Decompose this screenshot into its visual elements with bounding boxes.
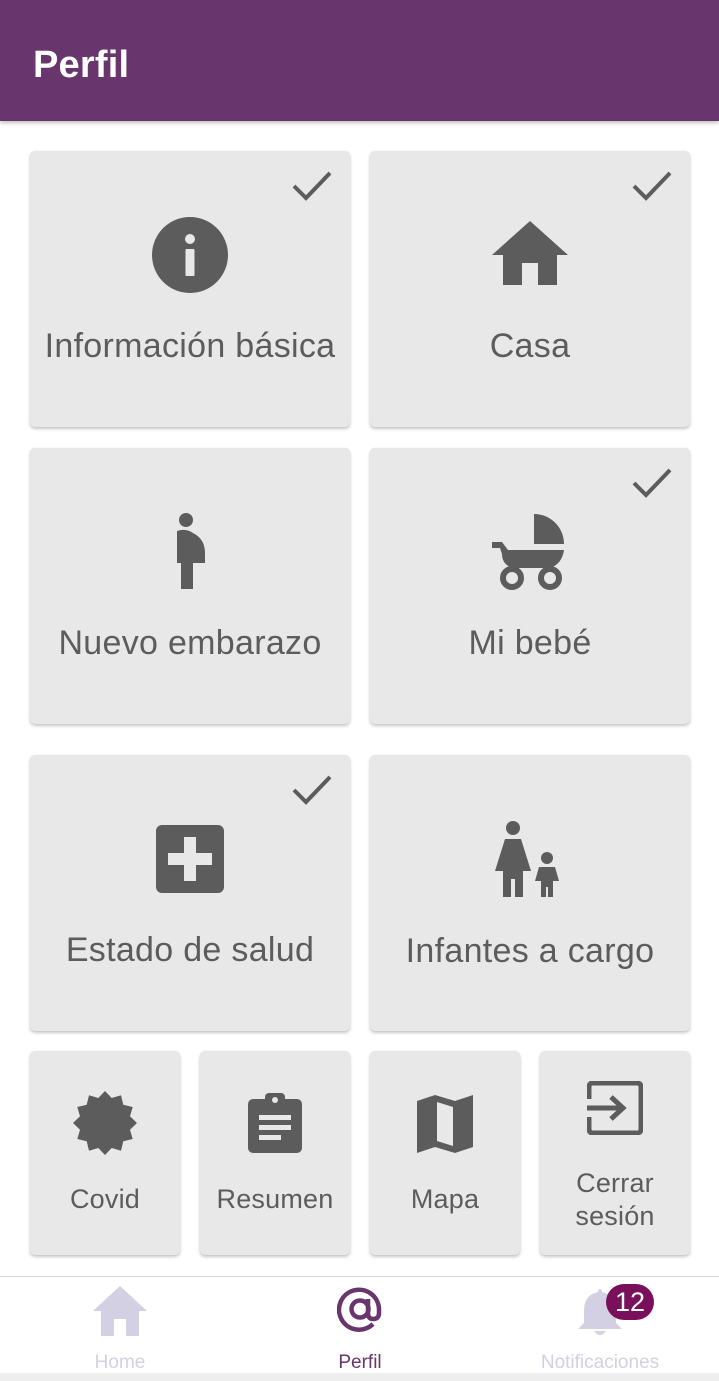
- card-label: Mapa: [410, 1184, 480, 1214]
- home-icon: [93, 1286, 147, 1336]
- page-title: Perfil: [33, 44, 130, 86]
- card-label: Estado de salud: [65, 931, 315, 969]
- card-covid[interactable]: Covid: [30, 1051, 180, 1255]
- card-label: Información básica: [44, 327, 336, 365]
- stroller-icon: [492, 514, 564, 590]
- at-sign-icon: [337, 1287, 382, 1332]
- check-icon: [292, 775, 332, 805]
- mother-child-icon: [495, 821, 559, 897]
- card-label: Resumen: [216, 1184, 334, 1214]
- card-estado-de-salud[interactable]: Estado de salud: [30, 755, 350, 1031]
- clipboard-icon: [248, 1093, 302, 1153]
- card-resumen[interactable]: Resumen: [200, 1051, 350, 1255]
- card-label: Infantes a cargo: [405, 932, 655, 970]
- nav-label: Home: [94, 1352, 146, 1373]
- map-icon: [417, 1095, 473, 1153]
- notification-count-badge: 12: [606, 1284, 654, 1320]
- card-nuevo-embarazo[interactable]: Nuevo embarazo: [30, 448, 350, 724]
- home-icon: [492, 221, 568, 285]
- card-mi-bebe[interactable]: Mi bebé: [370, 448, 690, 724]
- nav-label: Perfil: [338, 1352, 382, 1373]
- card-mapa[interactable]: Mapa: [370, 1051, 520, 1255]
- nav-item-perfil[interactable]: Perfil: [260, 1277, 460, 1374]
- card-label: Casa: [489, 327, 571, 365]
- exit-icon: [587, 1081, 643, 1135]
- check-icon: [632, 468, 672, 498]
- nav-item-notificaciones[interactable]: Notificaciones: [500, 1277, 700, 1374]
- virus-badge-icon: [73, 1091, 137, 1155]
- medical-cross-icon: [156, 825, 224, 893]
- system-nav-strip: [0, 1373, 719, 1381]
- check-icon: [632, 171, 672, 201]
- check-icon: [292, 171, 332, 201]
- card-label: Cerrar sesión: [540, 1167, 690, 1233]
- card-label-line1: Cerrar: [576, 1168, 654, 1198]
- card-cerrar-sesion[interactable]: Cerrar sesión: [540, 1051, 690, 1255]
- card-infantes-a-cargo[interactable]: Infantes a cargo: [370, 755, 690, 1031]
- card-informacion-basica[interactable]: Información básica: [30, 151, 350, 427]
- app-bar: Perfil: [0, 0, 719, 121]
- info-icon: [152, 217, 228, 293]
- pregnant-woman-icon: [177, 513, 205, 589]
- nav-label: Notificaciones: [540, 1352, 660, 1373]
- nav-item-home[interactable]: Home: [20, 1277, 220, 1374]
- card-label: Nuevo embarazo: [58, 624, 322, 662]
- card-casa[interactable]: Casa: [370, 151, 690, 427]
- card-label: Covid: [69, 1184, 141, 1214]
- card-label: Mi bebé: [468, 624, 592, 662]
- card-label-line2: sesión: [575, 1201, 655, 1231]
